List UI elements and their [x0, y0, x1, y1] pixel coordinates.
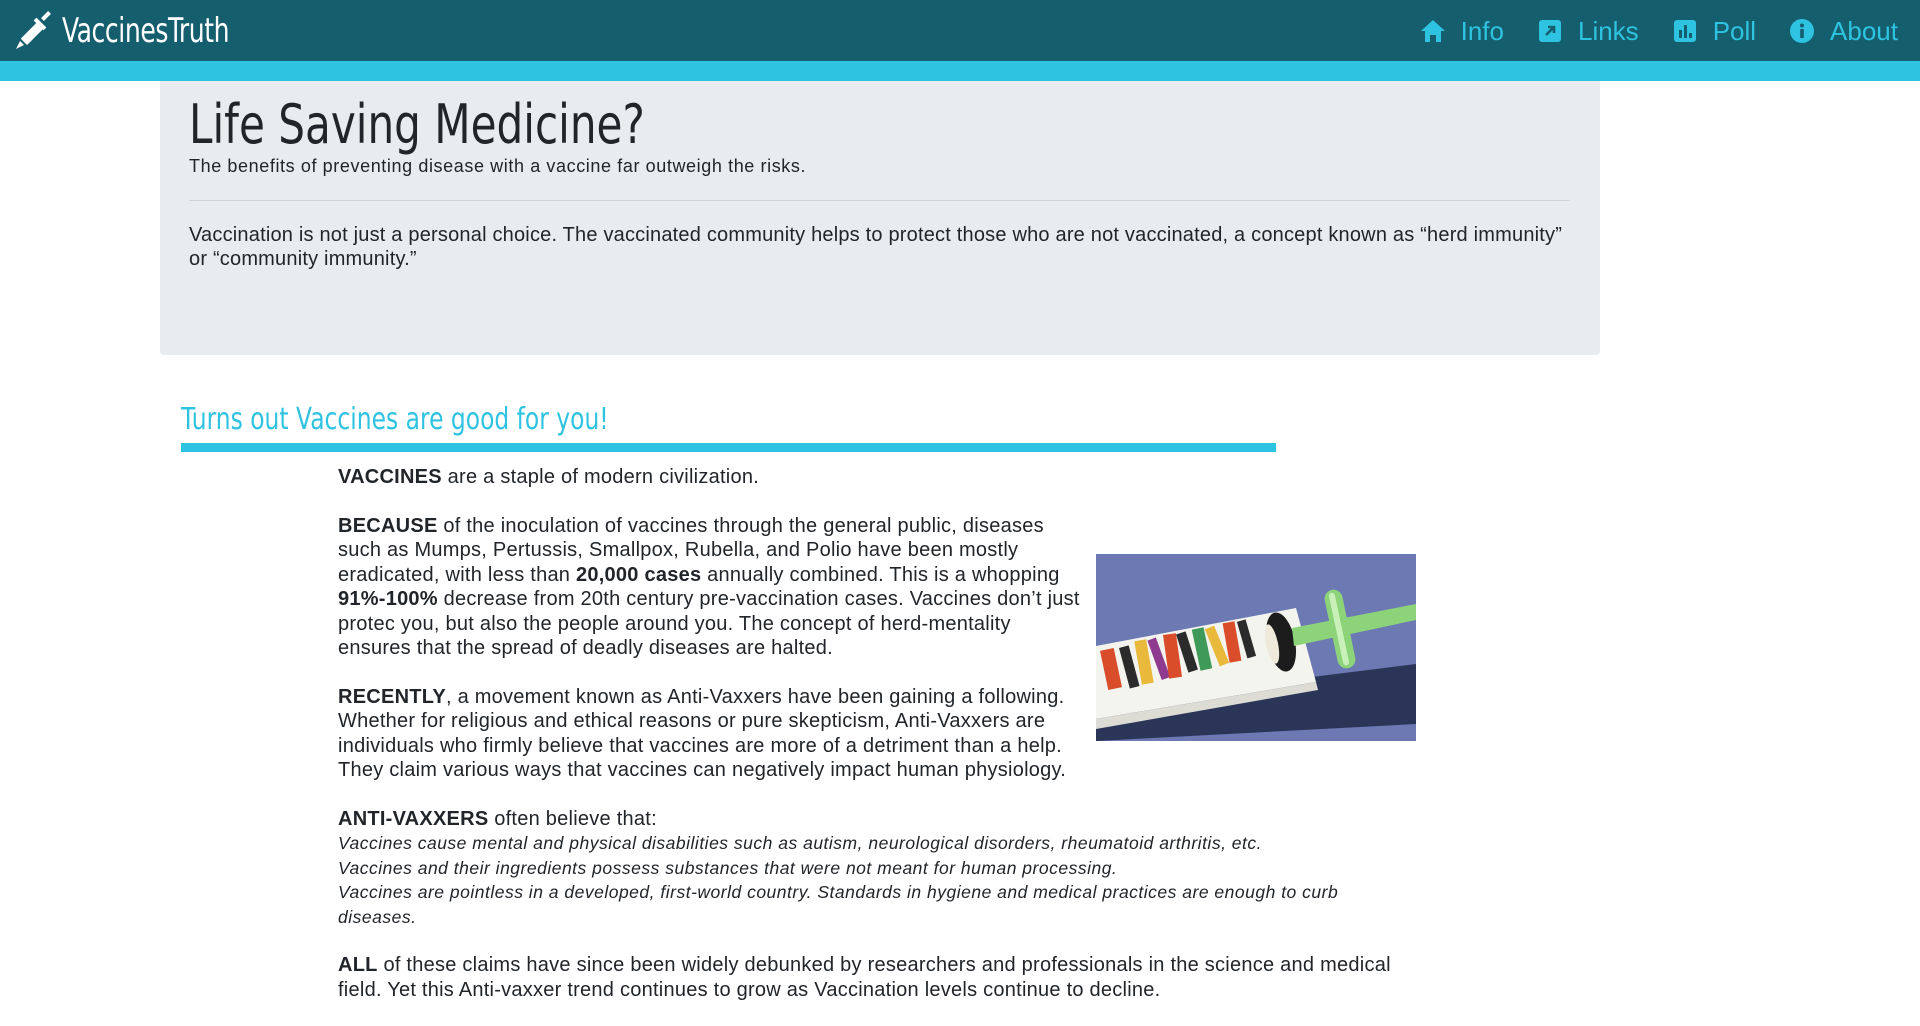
- lead-word: ANTI-VAXXERS: [338, 807, 489, 830]
- syringe-illustration: [1096, 553, 1416, 741]
- claim-item: Vaccines and their ingredients possess s…: [338, 857, 1118, 878]
- claim-item: Vaccines are pointless in a developed, f…: [338, 882, 1339, 927]
- divider: [189, 200, 1570, 201]
- page-title: Life Saving Medicine?: [189, 93, 645, 156]
- navbar: VaccinesTruth Info Links Poll About: [0, 0, 1920, 61]
- paragraph-anti-vaxxers: ANTI-VAXXERS often believe that: Vaccine…: [338, 807, 1418, 930]
- lead-text: The benefits of preventing disease with …: [189, 156, 807, 176]
- nav-links-label: Links: [1577, 15, 1639, 46]
- article: VACCINES are a staple of modern civiliza…: [338, 465, 1418, 1026]
- nav-links[interactable]: Links: [1536, 16, 1639, 47]
- jumbotron: Life Saving Medicine? The benefits of pr…: [160, 81, 1600, 355]
- paragraph-text: annually combined. This is a whopping: [701, 563, 1060, 586]
- info-icon: [1790, 19, 1815, 43]
- bar-chart-icon: [1673, 20, 1696, 42]
- paragraph-text: of these claims have since been widely d…: [338, 954, 1391, 1001]
- lead-word: RECENTLY: [338, 685, 446, 708]
- navbar-accent-strip: [0, 61, 1920, 81]
- paragraph-all: ALL of these claims have since been wide…: [338, 953, 1418, 1002]
- claim-item: Vaccines cause mental and physical disab…: [338, 833, 1262, 853]
- section-title: Turns out Vaccines are good for you!: [181, 402, 609, 437]
- cases-stat: 20,000 cases: [576, 563, 702, 586]
- nav-about-label: About: [1830, 15, 1898, 46]
- external-link-icon: [1538, 20, 1561, 42]
- decrease-stat: 91%-100%: [338, 588, 438, 610]
- lead-word: VACCINES: [338, 466, 442, 488]
- jumbotron-body: Vaccination is not just a personal choic…: [189, 224, 1563, 270]
- lead-word: BECAUSE: [338, 514, 438, 537]
- paragraph-text: often believe that:: [488, 807, 657, 830]
- nav-poll[interactable]: Poll: [1671, 16, 1756, 47]
- brand-name: VaccinesTruth: [62, 11, 230, 51]
- home-icon: [1420, 20, 1445, 42]
- paragraph-text: decrease from 20th century pre-vaccinati…: [338, 588, 1080, 659]
- section-underline: [181, 443, 1276, 452]
- paragraph-text: , a movement known as Anti-Vaxxers have …: [338, 685, 1067, 782]
- nav-info[interactable]: Info: [1419, 16, 1504, 47]
- paragraph-text: are a staple of modern civilization.: [441, 466, 760, 488]
- main-nav: Info Links Poll About: [1387, 12, 1898, 50]
- syringe-icon: [16, 11, 51, 49]
- brand[interactable]: VaccinesTruth: [14, 8, 266, 54]
- paragraph-vaccines: VACCINES are a staple of modern civiliza…: [338, 465, 1418, 490]
- nav-about[interactable]: About: [1788, 16, 1898, 47]
- nav-info-label: Info: [1460, 15, 1504, 46]
- nav-poll-label: Poll: [1712, 15, 1757, 46]
- lead-word: ALL: [338, 954, 378, 976]
- syringe-illustration-art: [1096, 553, 1416, 741]
